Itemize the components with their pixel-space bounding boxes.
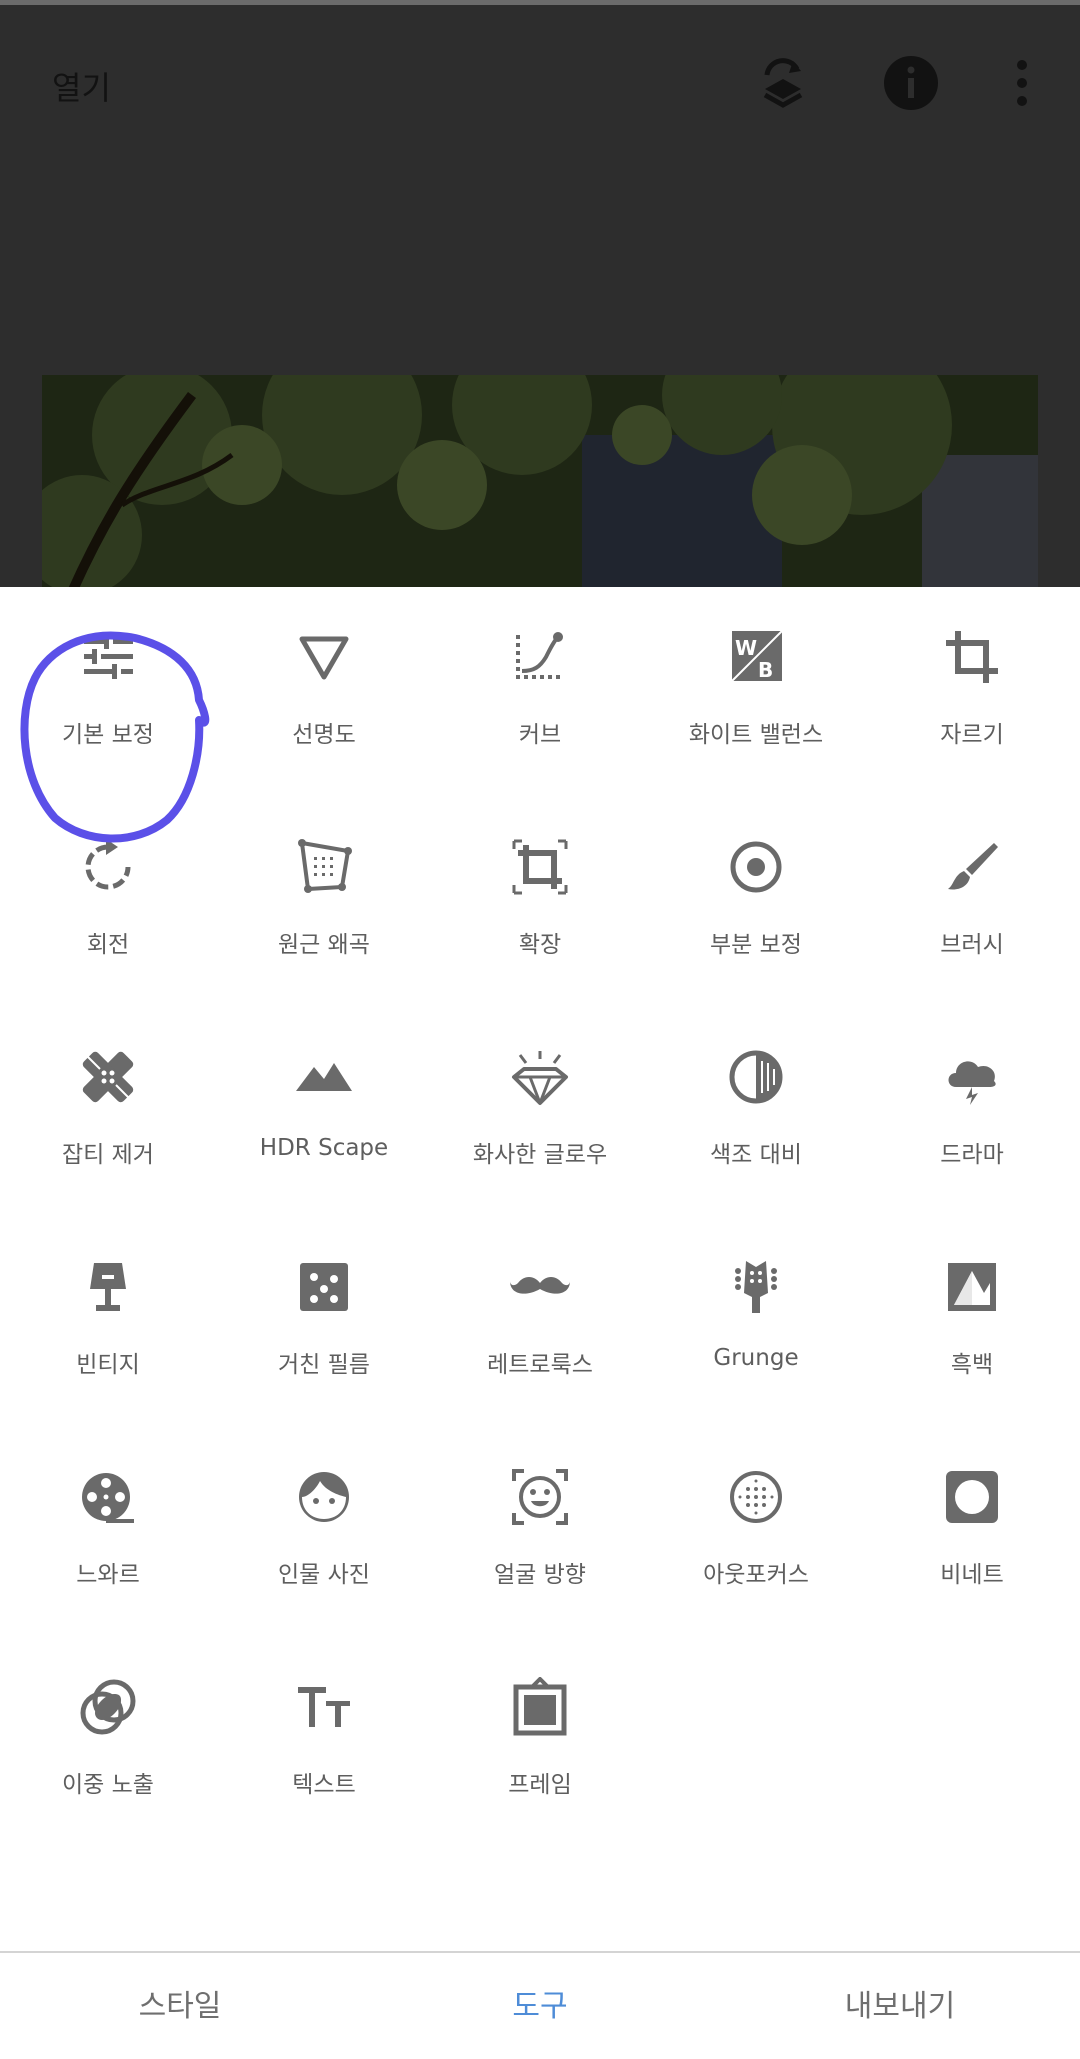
more-options-icon[interactable] — [1000, 53, 1060, 113]
film-reel-icon — [82, 1473, 134, 1523]
selective-icon — [730, 841, 782, 893]
tool-text[interactable]: 텍스트 — [216, 1637, 432, 1847]
tab-styles[interactable]: 스타일 — [60, 1981, 300, 2025]
guitar-head-icon — [735, 1261, 777, 1313]
svg-text:B: B — [758, 658, 773, 682]
tool-noir[interactable]: 느와르 — [0, 1427, 216, 1637]
crop-icon — [946, 631, 998, 683]
tool-head-pose[interactable]: 얼굴 방향 — [432, 1427, 648, 1637]
layers-undo-icon[interactable] — [753, 53, 813, 113]
diamond-glow-icon — [512, 1051, 568, 1105]
mustache-icon — [510, 1277, 570, 1294]
tool-label: 색조 대비 — [710, 1142, 802, 1168]
tool-label: 커브 — [518, 722, 562, 748]
face-pose-icon — [512, 1469, 568, 1525]
storm-cloud-icon — [948, 1061, 996, 1105]
tool-label: 거친 필름 — [278, 1352, 370, 1378]
expand-icon — [512, 839, 568, 895]
tool-label: 드라마 — [940, 1142, 1004, 1168]
tool-label: 얼굴 방향 — [494, 1562, 586, 1588]
tool-label: 비네트 — [940, 1562, 1004, 1588]
tool-label: 자르기 — [940, 722, 1004, 748]
tool-label: 확장 — [518, 932, 562, 958]
tool-label: HDR Scape — [259, 1135, 389, 1161]
vignette-icon — [946, 1471, 998, 1523]
tool-grainy-film[interactable]: 거친 필름 — [216, 1217, 432, 1427]
tool-rotate[interactable]: 회전 — [0, 797, 216, 1007]
black-white-icon — [948, 1263, 996, 1311]
tool-crop[interactable]: 자르기 — [864, 587, 1080, 797]
tab-export[interactable]: 내보내기 — [780, 1981, 1020, 2025]
info-icon[interactable] — [881, 53, 941, 113]
perspective-icon — [298, 839, 352, 893]
double-exposure-icon — [80, 1679, 136, 1735]
text-icon — [298, 1687, 350, 1727]
tool-frames[interactable]: 프레임 — [432, 1637, 648, 1847]
tool-glamour-glow[interactable]: 화사한 글로우 — [432, 1007, 648, 1217]
tool-label: 느와르 — [76, 1562, 140, 1588]
rotate-icon — [85, 839, 131, 890]
tool-retrolux[interactable]: 레트로룩스 — [432, 1217, 648, 1427]
tool-details[interactable]: 선명도 — [216, 587, 432, 797]
tool-perspective[interactable]: 원근 왜곡 — [216, 797, 432, 1007]
tool-label: 빈티지 — [76, 1352, 140, 1378]
tune-sliders-icon — [84, 634, 133, 679]
tool-drama[interactable]: 드라마 — [864, 1007, 1080, 1217]
tool-label: Grunge — [713, 1345, 799, 1371]
tool-black-white[interactable]: 흑백 — [864, 1217, 1080, 1427]
tool-label: 텍스트 — [292, 1772, 356, 1798]
lens-blur-icon — [730, 1471, 782, 1523]
tool-label: 아웃포커스 — [703, 1562, 809, 1588]
brush-icon — [948, 843, 998, 890]
tool-label: 회전 — [86, 932, 130, 958]
tool-label: 프레임 — [508, 1772, 572, 1798]
tool-selective[interactable]: 부분 보정 — [648, 797, 864, 1007]
tool-label: 브러시 — [940, 932, 1004, 958]
tool-hdr-scape[interactable]: HDR Scape — [216, 1007, 432, 1217]
tools-panel: 기본 보정 선명도 커브 W B 화이트 밸런스 자르기 회전 원근 왜곡 확장… — [0, 587, 1080, 1951]
tool-tonal-contrast[interactable]: 색조 대비 — [648, 1007, 864, 1217]
tool-tune-image[interactable]: 기본 보정 — [0, 587, 216, 797]
tool-label: 레트로룩스 — [487, 1352, 593, 1378]
tool-label: 원근 왜곡 — [278, 932, 370, 958]
tool-label: 이중 노출 — [62, 1772, 154, 1798]
tool-healing[interactable]: 잡티 제거 — [0, 1007, 216, 1217]
tool-label: 화이트 밸런스 — [688, 722, 824, 748]
tool-portrait[interactable]: 인물 사진 — [216, 1427, 432, 1637]
tool-curves[interactable]: 커브 — [432, 587, 648, 797]
white-balance-icon: W B — [731, 630, 783, 682]
tool-lens-blur[interactable]: 아웃포커스 — [648, 1427, 864, 1637]
tool-brush[interactable]: 브러시 — [864, 797, 1080, 1007]
tool-expand[interactable]: 확장 — [432, 797, 648, 1007]
tool-grunge[interactable]: Grunge — [648, 1217, 864, 1427]
image-preview-area: 열기 — [0, 5, 1080, 592]
tool-label: 인물 사진 — [278, 1562, 370, 1588]
tool-label: 선명도 — [292, 722, 356, 748]
frame-icon — [513, 1677, 567, 1736]
open-button[interactable]: 열기 — [52, 63, 111, 109]
mountains-icon — [296, 1063, 352, 1091]
tonal-contrast-icon — [729, 1050, 783, 1104]
tool-label: 화사한 글로우 — [472, 1142, 608, 1168]
details-triangle-icon — [299, 636, 349, 680]
bottom-navigation: 스타일 도구 내보내기 — [0, 1951, 1080, 2059]
tool-label: 부분 보정 — [710, 932, 802, 958]
tool-vintage[interactable]: 빈티지 — [0, 1217, 216, 1427]
healing-bandage-icon — [82, 1051, 134, 1103]
tool-label: 흑백 — [950, 1352, 994, 1378]
tool-white-balance[interactable]: W B 화이트 밸런스 — [648, 587, 864, 797]
face-icon — [299, 1472, 349, 1522]
curves-icon — [516, 632, 563, 679]
tool-double-exposure[interactable]: 이중 노출 — [0, 1637, 216, 1847]
tool-vignette[interactable]: 비네트 — [864, 1427, 1080, 1637]
svg-text:W: W — [735, 636, 757, 660]
grainy-film-icon — [300, 1263, 348, 1311]
photo-preview — [42, 375, 1038, 592]
tool-label: 기본 보정 — [62, 722, 154, 748]
tab-tools[interactable]: 도구 — [420, 1981, 660, 2025]
lamp-icon — [90, 1263, 126, 1311]
tool-label: 잡티 제거 — [62, 1142, 154, 1168]
